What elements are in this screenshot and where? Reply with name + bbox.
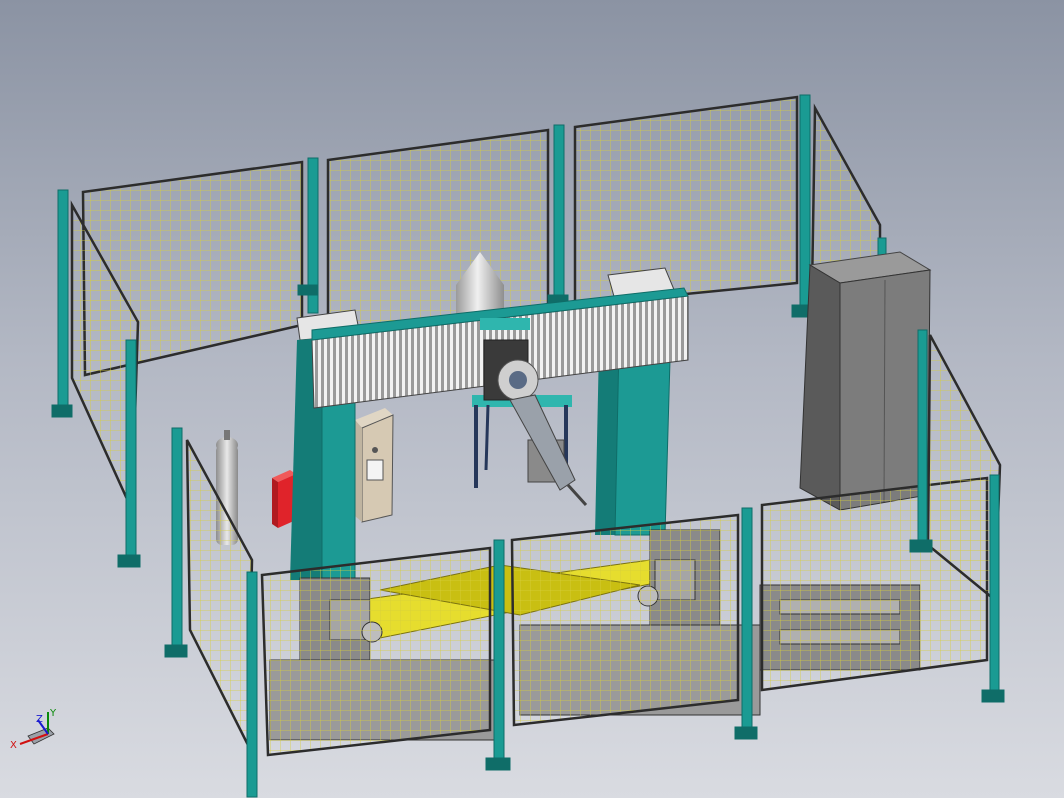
fence-panel [510, 513, 740, 727]
fence-panel [573, 95, 799, 307]
control-box [355, 408, 394, 523]
fence-panel [260, 546, 492, 757]
cad-viewport[interactable]: Y Z X [0, 0, 1064, 798]
fence-panel [326, 128, 550, 332]
triad-z-label: Z [36, 714, 43, 725]
welding-cell-3d-model [51, 94, 1005, 798]
electrical-cabinet [799, 251, 932, 511]
triad-y-label: Y [49, 708, 57, 719]
triad-x-label: X [10, 740, 17, 751]
coordinate-triad: Y Z X [10, 708, 57, 751]
